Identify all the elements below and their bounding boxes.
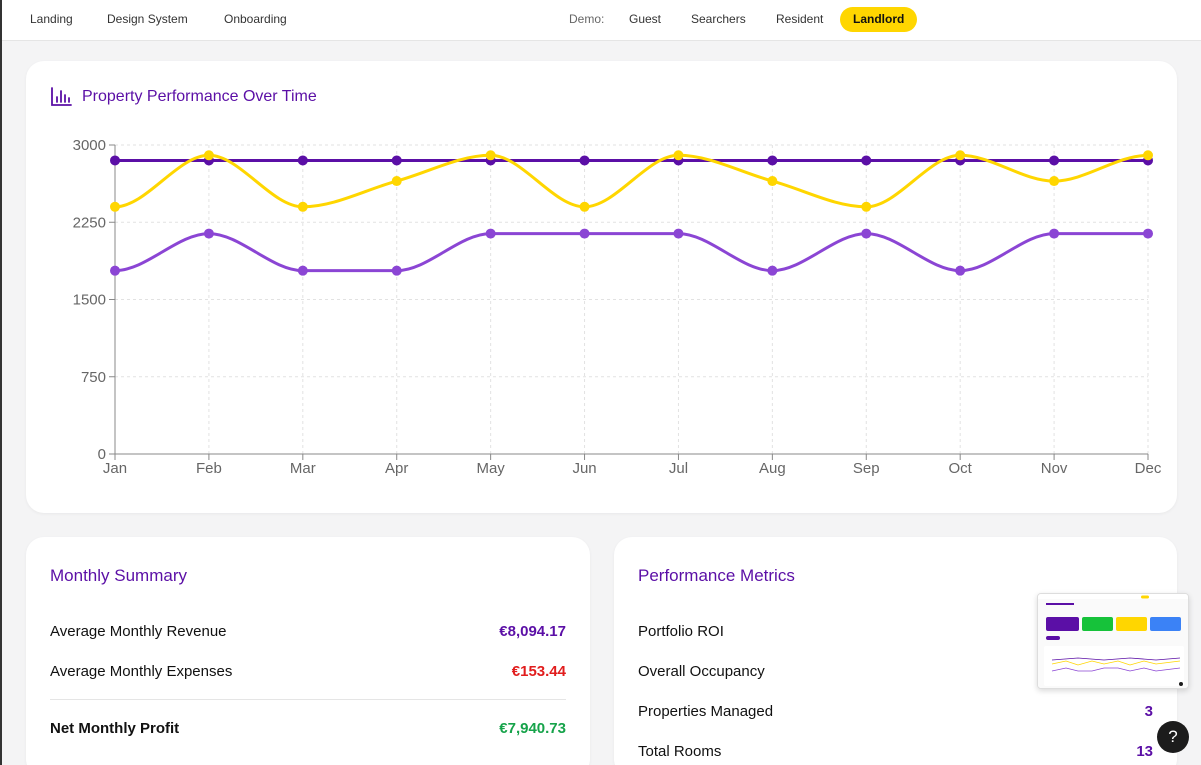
data-point	[297, 265, 308, 276]
data-point	[391, 265, 402, 276]
data-point	[203, 150, 214, 161]
metric-label: Properties Managed	[638, 703, 774, 720]
data-point	[1143, 150, 1153, 161]
data-point	[673, 228, 684, 239]
monthly-summary-title: Monthly Summary	[50, 566, 187, 585]
demo-guest-button[interactable]: Guest	[616, 7, 674, 32]
data-point	[861, 228, 872, 239]
data-point	[485, 150, 496, 161]
data-point	[579, 155, 590, 166]
data-point	[579, 201, 590, 212]
y-tick-label: 750	[81, 369, 106, 386]
data-point	[391, 155, 402, 166]
data-point	[203, 228, 214, 239]
divider	[50, 699, 566, 700]
data-point	[110, 265, 120, 276]
x-tick-label: Jul	[669, 460, 688, 477]
metric-label: Overall Occupancy	[638, 663, 765, 680]
monthly-summary-card: Monthly Summary Average Monthly Revenue …	[26, 537, 590, 765]
data-point	[391, 176, 402, 187]
window-edge	[0, 0, 2, 765]
x-tick-label: Mar	[290, 460, 316, 477]
screenshot-thumbnail[interactable]	[1037, 593, 1189, 689]
x-tick-label: Oct	[949, 460, 973, 477]
thumbnail-preview-image	[1038, 594, 1188, 688]
metric-value: 13	[1136, 743, 1153, 760]
summary-row-net-profit: Net Monthly Profit €7,940.73	[50, 720, 566, 742]
x-tick-label: Jun	[572, 460, 596, 477]
summary-value: €8,094.17	[499, 623, 566, 640]
series-line-1	[114, 153, 1149, 209]
data-point	[579, 228, 590, 239]
y-tick-label: 2250	[73, 214, 106, 231]
demo-searchers-button[interactable]: Searchers	[678, 7, 759, 32]
metric-row-rooms: Total Rooms 13	[638, 743, 1153, 765]
summary-row-expenses: Average Monthly Expenses €153.44	[50, 663, 566, 685]
y-tick-label: 3000	[73, 137, 106, 154]
data-point	[297, 155, 308, 166]
summary-value: €153.44	[511, 663, 566, 680]
summary-row-revenue: Average Monthly Revenue €8,094.17	[50, 623, 566, 645]
data-point	[1049, 176, 1060, 187]
nav-link-landing[interactable]: Landing	[30, 12, 73, 26]
nav-link-design-system[interactable]: Design System	[107, 12, 188, 26]
data-point	[1049, 155, 1060, 166]
top-nav: Landing Design System Onboarding Demo: G…	[2, 0, 1201, 41]
metric-value: 3	[1144, 703, 1153, 720]
data-point	[955, 150, 966, 161]
metric-label: Portfolio ROI	[638, 623, 724, 640]
data-point	[955, 265, 966, 276]
data-point	[861, 155, 872, 166]
data-point	[767, 176, 778, 187]
x-tick-label: Jan	[103, 460, 127, 477]
summary-label: Net Monthly Profit	[50, 720, 180, 737]
data-point	[1143, 228, 1153, 239]
demo-resident-button[interactable]: Resident	[763, 7, 836, 32]
x-tick-label: May	[476, 460, 505, 477]
x-tick-label: Aug	[759, 460, 786, 477]
x-tick-label: Apr	[385, 460, 408, 477]
metric-label: Total Rooms	[638, 743, 722, 760]
nav-link-onboarding[interactable]: Onboarding	[224, 12, 287, 26]
data-point	[673, 150, 684, 161]
data-point	[485, 228, 496, 239]
property-performance-card: Property Performance Over Time 0 750 1500 2…	[26, 61, 1177, 513]
x-tick-label: Feb	[196, 460, 222, 477]
data-point	[110, 201, 120, 212]
metric-row-properties: Properties Managed 3	[638, 703, 1153, 725]
x-tick-label: Dec	[1135, 460, 1162, 477]
demo-label: Demo:	[569, 12, 605, 26]
data-point	[110, 155, 120, 166]
help-button[interactable]: ?	[1157, 721, 1189, 753]
series-line-2	[114, 232, 1148, 273]
demo-landlord-button[interactable]: Landlord	[840, 7, 918, 32]
summary-label: Average Monthly Expenses	[50, 663, 233, 680]
data-point	[767, 265, 778, 276]
x-tick-label: Sep	[853, 460, 880, 477]
summary-value: €7,940.73	[499, 720, 566, 737]
performance-metrics-title: Performance Metrics	[638, 566, 795, 585]
data-point	[861, 201, 872, 212]
data-point	[1049, 228, 1060, 239]
y-tick-label: 1500	[73, 292, 106, 309]
x-tick-label: Nov	[1041, 460, 1068, 477]
data-point	[297, 201, 308, 212]
summary-label: Average Monthly Revenue	[50, 623, 227, 640]
performance-line-chart: 0750150022503000Jan Feb Mar Apr May Jun Jul Aug…	[73, 137, 1162, 477]
data-point	[767, 155, 778, 166]
